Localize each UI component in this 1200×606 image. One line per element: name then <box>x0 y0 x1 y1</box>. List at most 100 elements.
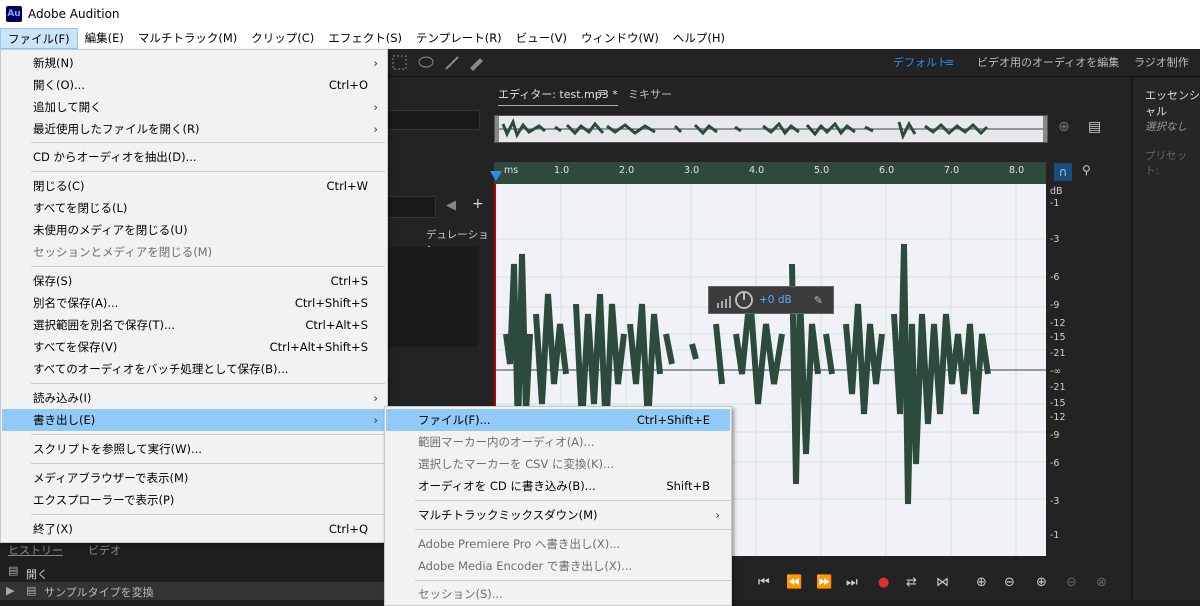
chevron-right-icon: › <box>373 391 378 405</box>
essential-panel-title: エッセンシャル <box>1145 89 1200 118</box>
add-icon[interactable]: + <box>472 196 484 212</box>
zoom-out-time-icon[interactable]: ⊖ <box>1066 575 1077 590</box>
db-label: -12 <box>1050 318 1066 329</box>
menu-separator <box>31 266 385 267</box>
export-file[interactable]: ファイル(F)... Ctrl+Shift+E <box>386 409 730 431</box>
workspace-menu-icon[interactable]: ≡ <box>945 49 954 76</box>
file-menu-save-batch[interactable]: すべてのオーディオをバッチ処理として保存(B)... <box>2 358 386 380</box>
history-item-open[interactable]: 開く <box>26 566 48 582</box>
file-menu-close-all[interactable]: すべてを閉じる(L) <box>2 197 386 219</box>
file-list <box>384 247 478 347</box>
play-icon[interactable]: ▶ <box>6 584 14 597</box>
file-menu-new[interactable]: 新規(N) › <box>2 52 386 74</box>
zoom-full-icon[interactable]: ⊗ <box>1096 575 1107 590</box>
menu-item-label: 終了(X) <box>33 522 73 536</box>
search-field[interactable] <box>384 110 480 130</box>
file-menu-exit[interactable]: 終了(X) Ctrl+Q <box>2 518 386 540</box>
export-session[interactable]: セッション(S)... <box>386 583 730 605</box>
menu-effects[interactable]: エフェクト(S) <box>321 28 409 49</box>
menu-item-shortcut: Ctrl+O <box>328 78 368 92</box>
file-menu-close-unused[interactable]: 未使用のメディアを閉じる(U) <box>2 219 386 241</box>
file-menu-save-all[interactable]: すべてを保存(V) Ctrl+Alt+Shift+S <box>2 336 386 358</box>
db-label: -1 <box>1050 530 1060 541</box>
list-view-icon[interactable]: ▤ <box>1088 119 1101 135</box>
loop-icon[interactable]: ⇄ <box>906 575 917 590</box>
file-menu-open-append[interactable]: 追加して開く › <box>2 96 386 118</box>
zoom-navigator-icon[interactable]: ⊕ <box>1058 119 1070 135</box>
menu-item-label: 選択したマーカーを CSV に変換(K)... <box>418 457 614 471</box>
file-menu-open[interactable]: 開く(O)... Ctrl+O <box>2 74 386 96</box>
tab-history[interactable]: ヒストリー <box>8 542 63 558</box>
menu-item-label: 追加して開く <box>33 100 102 114</box>
overview-waveform[interactable] <box>494 115 1048 143</box>
go-to-end-icon[interactable]: ⏭ <box>846 575 858 590</box>
go-to-start-icon[interactable]: ⏮ <box>758 575 770 590</box>
playhead-marker-icon[interactable] <box>490 171 502 181</box>
file-menu-save-selection[interactable]: 選択範囲を別名で保存(T)... Ctrl+Alt+S <box>2 314 386 336</box>
tab-menu-icon[interactable]: ≡ <box>597 86 606 99</box>
menu-view[interactable]: ビュー(V) <box>509 28 574 49</box>
pin-icon[interactable]: ⚲ <box>1082 163 1091 177</box>
record-icon[interactable]: ● <box>878 575 889 590</box>
menu-file[interactable]: ファイル(F) <box>0 28 78 49</box>
zoom-in-amplitude-icon[interactable]: ⊕ <box>976 575 987 590</box>
rewind-icon[interactable]: ⏪ <box>786 575 802 590</box>
fast-forward-icon[interactable]: ⏩ <box>816 575 832 590</box>
tab-mixer[interactable]: ミキサー <box>628 86 672 102</box>
preset-label[interactable]: プリセット: <box>1145 148 1200 178</box>
file-menu-save[interactable]: 保存(S) Ctrl+S <box>2 270 386 292</box>
file-menu-reveal-explorer[interactable]: エクスプローラーで表示(P) <box>2 489 386 511</box>
export-premiere-pro[interactable]: Adobe Premiere Pro へ書き出し(X)... <box>386 533 730 555</box>
tab-video[interactable]: ビデオ <box>88 542 121 558</box>
menu-multitrack[interactable]: マルチトラック(M) <box>131 28 244 49</box>
menu-separator <box>415 580 731 581</box>
hud-pin-icon[interactable]: ✎ <box>814 294 823 307</box>
snap-magnet-icon[interactable]: ∩ <box>1054 163 1072 181</box>
db-label: -6 <box>1050 458 1060 469</box>
menu-templates[interactable]: テンプレート(R) <box>409 28 509 49</box>
export-multitrack-mixdown[interactable]: マルチトラックミックスダウン(M) › <box>386 504 730 526</box>
file-menu-export[interactable]: 書き出し(E) › <box>2 409 386 431</box>
filter-dropdown[interactable] <box>384 196 436 218</box>
menu-window[interactable]: ウィンドウ(W) <box>574 28 666 49</box>
file-menu-reveal-media-browser[interactable]: メディアブラウザーで表示(M) <box>2 467 386 489</box>
db-label: -12 <box>1050 412 1066 423</box>
menu-clip[interactable]: クリップ(C) <box>244 28 321 49</box>
menu-item-shortcut: Ctrl+W <box>326 179 368 193</box>
workspace-default[interactable]: デフォルト <box>893 49 948 76</box>
file-menu-open-recent[interactable]: 最近使用したファイルを開く(R) › <box>2 118 386 140</box>
workspace-radio[interactable]: ラジオ制作 <box>1134 49 1189 76</box>
export-markers-csv[interactable]: 選択したマーカーを CSV に変換(K)... <box>386 453 730 475</box>
db-label: -∞ <box>1050 366 1062 377</box>
export-burn-cd[interactable]: オーディオを CD に書き込み(B)... Shift+B <box>386 475 730 497</box>
export-range-markers[interactable]: 範囲マーカー内のオーディオ(A)... <box>386 431 730 453</box>
ruler-tick: ms <box>504 165 519 176</box>
arrow-left-icon[interactable]: ◀ <box>446 198 456 213</box>
menu-separator <box>31 383 385 384</box>
file-menu-import[interactable]: 読み込み(I) › <box>2 387 386 409</box>
overview-wave-graphic <box>495 116 1047 142</box>
menu-edit[interactable]: 編集(E) <box>78 28 131 49</box>
file-menu-run-script[interactable]: スクリプトを参照して実行(W)... <box>2 438 386 460</box>
menu-help[interactable]: ヘルプ(H) <box>666 28 732 49</box>
db-label: -15 <box>1050 332 1066 343</box>
file-menu-save-as[interactable]: 別名で保存(A)... Ctrl+Shift+S <box>2 292 386 314</box>
menu-item-label: セッション(S)... <box>418 587 503 601</box>
ruler-tick: 1.0 <box>554 165 570 176</box>
workspace-video[interactable]: ビデオ用のオーディオを編集 <box>977 49 1119 76</box>
tool-icons[interactable] <box>392 54 502 72</box>
menu-item-label: 閉じる(C) <box>33 179 85 193</box>
volume-hud[interactable]: +0 dB ✎ <box>708 286 834 314</box>
export-media-encoder[interactable]: Adobe Media Encoder で書き出し(X)... <box>386 555 730 577</box>
file-menu-close-session[interactable]: セッションとメディアを閉じる(M) <box>2 241 386 263</box>
file-menu-extract-cd[interactable]: CD からオーディオを抽出(D)... <box>2 146 386 168</box>
time-ruler[interactable]: ms 1.0 2.0 3.0 4.0 5.0 6.0 7.0 8.0 <box>494 162 1046 184</box>
menu-separator <box>31 514 385 515</box>
zoom-in-time-icon[interactable]: ⊕ <box>1036 575 1047 590</box>
zoom-out-amplitude-icon[interactable]: ⊖ <box>1004 575 1015 590</box>
menu-item-label: スクリプトを参照して実行(W)... <box>33 442 202 456</box>
history-item-convert[interactable]: サンプルタイプを変換 <box>44 584 154 600</box>
skip-selection-icon[interactable]: ⋈ <box>936 575 949 590</box>
file-menu-close[interactable]: 閉じる(C) Ctrl+W <box>2 175 386 197</box>
db-label: -3 <box>1050 496 1060 507</box>
